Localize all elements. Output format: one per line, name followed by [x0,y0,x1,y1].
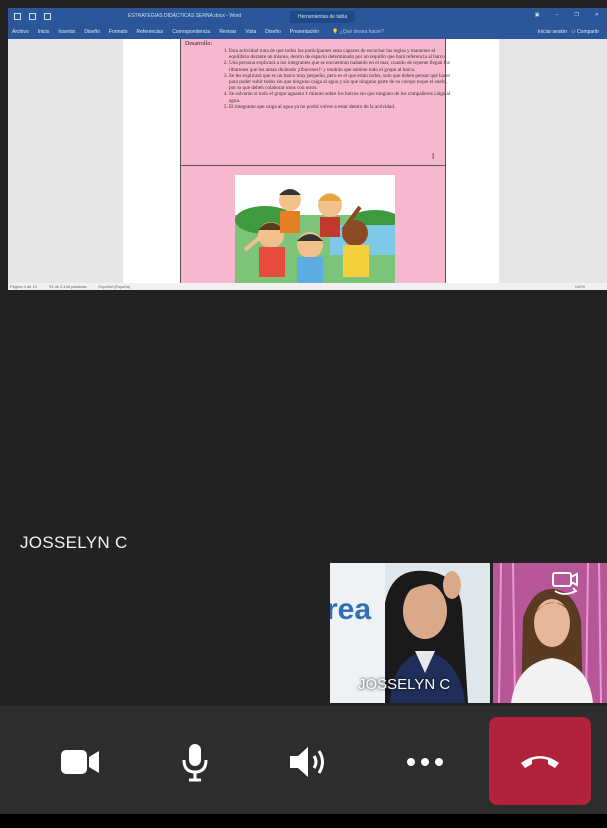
video-call-screen: ESTRATEGIAS DIDÁCTICAS SERNA.docx - Word… [0,0,607,828]
word-title-bar: ESTRATEGIAS DIDÁCTICAS SERNA.docx - Word… [8,8,607,25]
list-item: Se salvarán si todo el grupo aguanta 1 m… [229,91,451,103]
document-page: Desarrollo: Esta actividad trata de que … [123,39,499,283]
section-label: Desarrollo: [185,41,212,47]
ribbon-tab: Inicio [37,29,50,35]
hangup-button[interactable] [489,717,591,805]
save-icon [14,13,21,20]
sign-in-link: Iniciar sesión [537,29,567,35]
status-page: Página 4 de 10 [10,284,37,289]
speaker-toggle-button[interactable] [285,730,335,794]
more-options-button[interactable] [400,730,450,794]
redo-icon [44,13,51,20]
share-person-icon: ⚇ [571,29,576,35]
share-link: Compartir [577,29,599,35]
close-icon: ✕ [594,12,599,18]
microphone-icon [182,744,208,782]
ribbon-tab: Diseño [265,29,281,35]
word-status-bar: Página 4 de 10 93 de 2.446 palabras Espa… [8,283,607,290]
text-cursor-icon: I [432,152,435,161]
ribbon-options-icon: ▣ [534,12,540,18]
mic-toggle-button[interactable] [170,730,220,794]
ribbon-tab: Referencias [136,29,164,35]
tile-logo-text: rea [330,593,371,626]
account-area: Iniciar sesión ⚇ Compartir [538,29,599,35]
ribbon-tab: Archivo [12,29,29,35]
document-area: Desarrollo: Esta actividad trata de que … [8,39,607,283]
list-item: El integrante que caiga al agua ya no po… [229,104,451,110]
bottom-edge [0,814,607,828]
quick-access-toolbar [14,13,51,20]
tile-participant-name: JOSSELYN C [358,676,451,693]
list-item: Una persona explicará a los integrantes … [229,60,451,72]
list-item: Esta actividad trata de que todos los pa… [229,48,451,60]
camera-switch-icon[interactable] [549,569,581,597]
minimize-icon: – [555,12,559,18]
table-row-divider [181,165,445,166]
status-language: Español (España) [98,284,131,289]
ribbon-tab: Presentación [289,29,320,35]
status-words: 93 de 2.446 palabras [48,284,87,289]
tell-me-search: 💡 ¿Qué desea hacer? [332,29,384,35]
more-options-icon [407,758,443,766]
self-view-tile[interactable] [493,563,607,703]
video-camera-icon [61,750,99,774]
table-cell-pink: Desarrollo: Esta actividad trata de que … [180,39,450,283]
maximize-icon: ❐ [574,12,579,18]
children-illustration [235,175,395,283]
steps-list: Esta actividad trata de que todos los pa… [217,48,451,110]
document-title: ESTRATEGIAS DIDÁCTICAS SERNA.docx - Word [128,13,242,19]
ribbon-tab: Insertar [58,29,76,35]
phone-hangup-icon [521,756,559,768]
window-controls: ▣ – ❐ ✕ [535,12,599,18]
context-tab: Herramientas de tabla [290,11,356,23]
tell-me-text: ¿Qué desea hacer? [339,29,384,35]
video-toggle-button[interactable] [55,730,105,794]
ribbon-tab: Formato [108,29,128,35]
undo-icon [29,13,36,20]
ribbon-tab: Diseño [84,29,100,35]
speaker-icon [290,747,324,777]
ribbon-tab: Correspondencia [172,29,211,35]
ribbon-tabs: Archivo Inicio Insertar Diseño Formato R… [8,25,607,39]
shared-screen: ESTRATEGIAS DIDÁCTICAS SERNA.docx - Word… [8,8,607,290]
list-item: Se les explicará que es un barco muy peq… [229,73,451,92]
ribbon-tab: Revisar [219,29,237,35]
status-zoom: 100% [574,284,585,289]
main-participant-name: JOSSELYN C [20,533,128,552]
participant-tile[interactable]: rea JOSSELYN C [330,563,490,703]
ribbon-tab: Vista [245,29,257,35]
